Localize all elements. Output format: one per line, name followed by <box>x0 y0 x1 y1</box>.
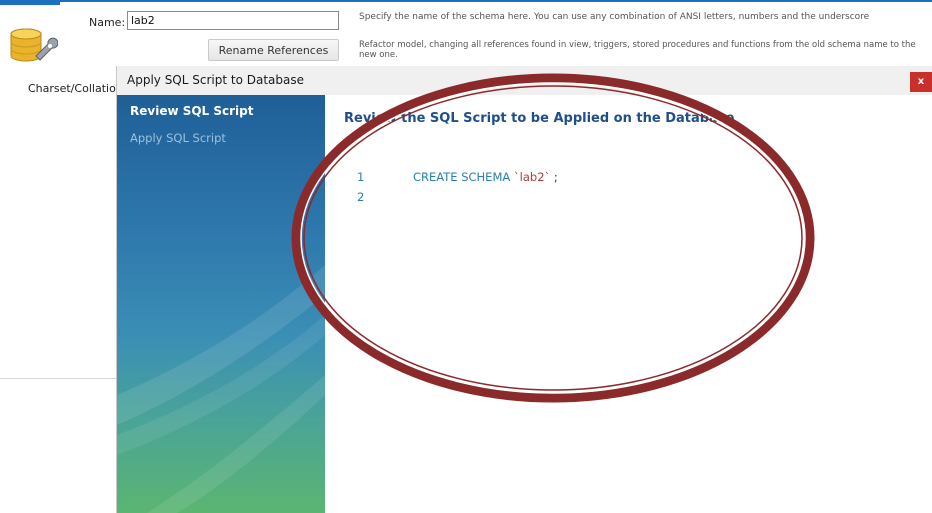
sql-schema-name: `lab2` <box>513 170 551 184</box>
rename-references-button[interactable]: Rename References <box>208 39 339 61</box>
line-number: 2 <box>357 190 365 204</box>
top-border <box>60 0 932 2</box>
sql-terminator: ; <box>550 170 558 184</box>
sql-statement: CREATE SCHEMA `lab2` ; <box>413 170 558 184</box>
dialog-title: Apply SQL Script to Database <box>127 73 304 87</box>
active-tab-indicator <box>0 0 60 5</box>
wizard-steps-sidebar: Review SQL Script Apply SQL Script <box>117 95 325 513</box>
charset-collation-label: Charset/Collation: <box>28 82 127 95</box>
schema-name-hint: Specify the name of the schema here. You… <box>359 12 870 22</box>
content-title: Review the SQL Script to be Applied on t… <box>344 111 735 126</box>
step-review-sql-script: Review SQL Script <box>130 104 254 118</box>
line-number: 1 <box>357 170 365 184</box>
schema-name-label: Name: <box>89 16 126 29</box>
sidebar-decoration <box>117 265 325 513</box>
database-schema-icon <box>10 28 58 62</box>
rename-references-hint: Refactor model, changing all references … <box>359 40 916 60</box>
panel-separator <box>0 378 116 379</box>
step-apply-sql-script: Apply SQL Script <box>130 131 226 145</box>
dialog-titlebar[interactable]: Apply SQL Script to Database x <box>117 66 932 95</box>
schema-name-input[interactable] <box>127 11 339 30</box>
close-button[interactable]: x <box>910 72 932 92</box>
apply-sql-script-dialog: Apply SQL Script to Database x Review SQ… <box>116 66 932 513</box>
sql-keyword: CREATE SCHEMA <box>413 170 514 184</box>
